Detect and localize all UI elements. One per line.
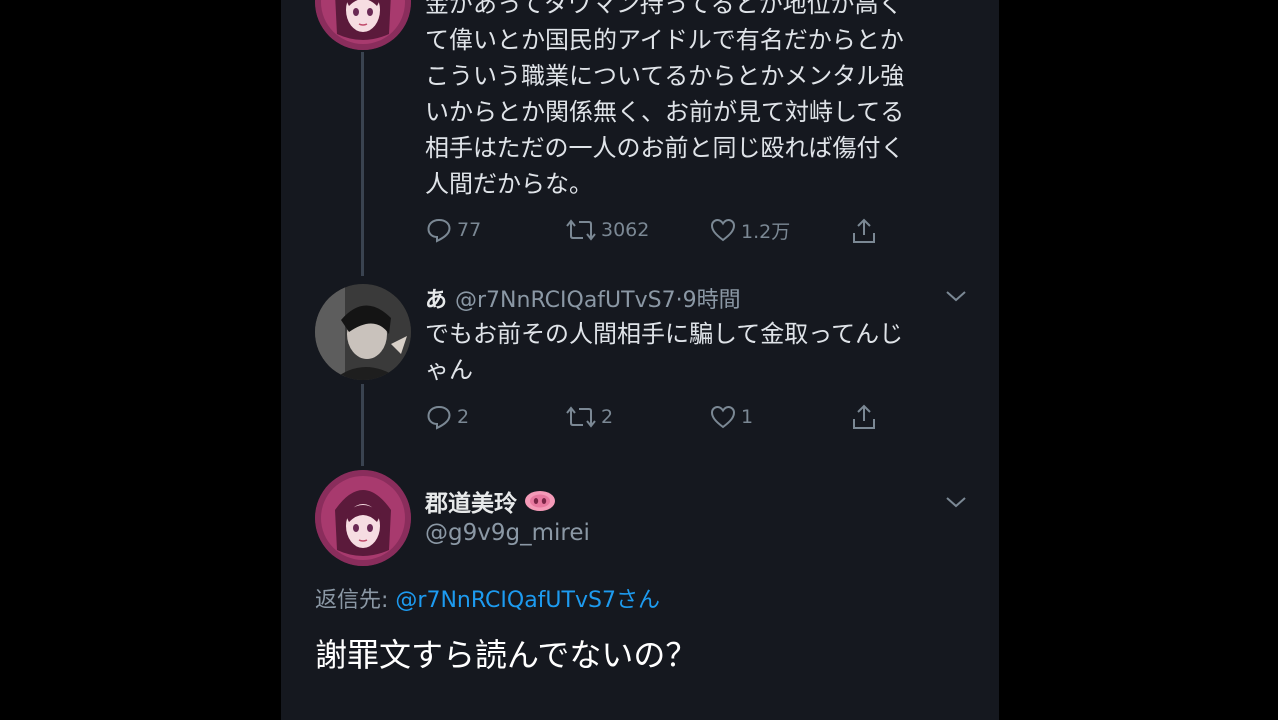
retweet-button[interactable]: 2 <box>565 403 613 431</box>
screen: 金があってタワマン持ってるとか地位が高く て偉いとか国民的アイドルで有名だからと… <box>0 0 1278 720</box>
reply-button[interactable]: 77 <box>425 216 481 244</box>
replying-to-label: 返信先: <box>315 588 396 613</box>
pig-nose-icon <box>525 491 555 511</box>
retweet-count: 3062 <box>601 219 650 241</box>
tweet-header: あ @r7NnRCIQafUTvS7·9時間 <box>425 282 741 314</box>
tweet-text: でもお前その人間相手に騙して金取ってんじ ゃん <box>425 320 904 384</box>
retweet-button[interactable]: 3062 <box>565 216 649 244</box>
avatar[interactable] <box>315 0 411 50</box>
reply-count: 2 <box>457 406 470 428</box>
reply-icon <box>427 218 451 243</box>
anime-girl-avatar-icon <box>315 0 411 50</box>
share-button[interactable] <box>849 402 879 432</box>
anime-girl-avatar-icon <box>315 470 411 566</box>
display-name-text: 郡道美玲 <box>425 491 517 517</box>
reply-icon <box>427 405 451 430</box>
heart-icon <box>710 218 736 242</box>
heart-icon <box>710 405 736 429</box>
like-button[interactable]: 1 <box>709 403 753 431</box>
thread-line-1 <box>361 52 364 276</box>
tweet-text: 謝罪文すら読んでないの？ <box>315 636 698 674</box>
timestamp: ·9時間 <box>675 288 741 313</box>
tweet-text: 金があってタワマン持ってるとか地位が高く て偉いとか国民的アイドルで有名だからと… <box>425 0 905 198</box>
retweet-icon <box>566 219 596 241</box>
handle[interactable]: @r7NnRCIQafUTvS7 <box>455 288 676 313</box>
avatar[interactable] <box>315 284 411 380</box>
handle[interactable]: @g9v9g_mirei <box>425 520 590 546</box>
retweet-count: 2 <box>601 406 614 428</box>
tweet-thread-view[interactable]: 金があってタワマン持ってるとか地位が高く て偉いとか国民的アイドルで有名だからと… <box>281 0 999 720</box>
thread-line-2 <box>361 384 364 466</box>
share-icon <box>853 404 875 429</box>
display-name[interactable]: 郡道美玲 <box>425 484 557 518</box>
like-button[interactable]: 1.2万 <box>709 216 790 244</box>
retweet-icon <box>566 406 596 428</box>
share-icon <box>853 218 875 243</box>
mention-link[interactable]: @r7NnRCIQafUTvS7さん <box>395 588 660 613</box>
chevron-down-icon[interactable] <box>944 494 968 510</box>
like-count: 1.2万 <box>741 220 791 243</box>
display-name[interactable]: あ <box>425 288 447 313</box>
share-button[interactable] <box>849 216 879 246</box>
photo-avatar-icon <box>315 284 411 380</box>
reply-count: 77 <box>457 219 482 241</box>
like-count: 1 <box>741 406 754 428</box>
reply-button[interactable]: 2 <box>425 403 469 431</box>
avatar[interactable] <box>315 470 411 566</box>
replying-to: 返信先: @r7NnRCIQafUTvS7さん <box>315 582 660 614</box>
chevron-down-icon[interactable] <box>944 288 968 304</box>
